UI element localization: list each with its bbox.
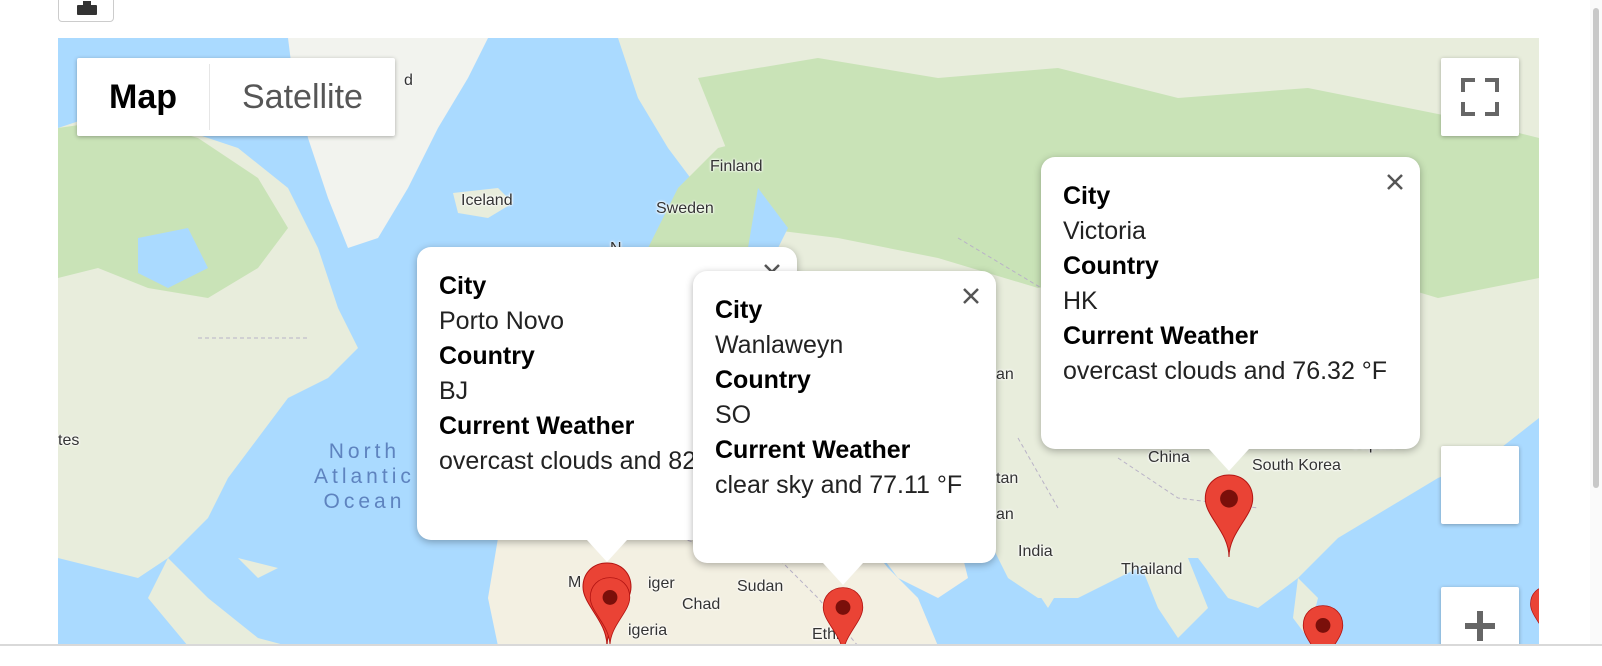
window-bottom-edge <box>0 644 1602 646</box>
info-window-tail <box>1209 449 1249 471</box>
camera-icon <box>77 1 97 15</box>
map-marker-icon[interactable] <box>1296 604 1350 646</box>
place-label-sudan: Sudan <box>737 578 784 595</box>
page-scrollbar[interactable] <box>1590 0 1602 646</box>
place-label-india: India <box>1018 543 1053 560</box>
place-label-mali: M <box>568 574 582 591</box>
scrollbar-thumb[interactable] <box>1593 8 1599 488</box>
place-label-afghanistan: an <box>996 506 1014 523</box>
map-type-map-button[interactable]: Map <box>77 58 209 136</box>
map-marker-icon[interactable] <box>588 576 632 646</box>
place-label-united-states: tes <box>58 432 80 449</box>
city-value: Wanlaweyn <box>715 331 844 359</box>
info-window-tail <box>587 540 627 562</box>
zoom-in-icon <box>1465 611 1495 641</box>
screenshot-button[interactable] <box>58 0 114 22</box>
place-label-finland: Finland <box>710 158 763 175</box>
info-window-victoria: City Victoria Country HK Current Weather… <box>1041 157 1420 471</box>
map-marker-icon[interactable] <box>1202 473 1256 557</box>
info-window-tail <box>823 563 863 585</box>
street-view-control[interactable] <box>1441 446 1519 524</box>
map-type-control: Map Satellite <box>77 58 395 136</box>
current-weather-value: clear sky and 77.11 °F <box>715 471 963 499</box>
city-value: Victoria <box>1063 217 1146 245</box>
info-window-wanlaweyn: City Wanlaweyn Country SO Current Weathe… <box>693 271 996 585</box>
country-value: SO <box>715 401 752 429</box>
close-icon[interactable] <box>960 285 982 307</box>
country-value: HK <box>1063 287 1098 315</box>
current-weather-label: Current Weather <box>715 436 911 464</box>
place-label-nigeria: igeria <box>628 622 668 639</box>
place-label-china: China <box>1148 449 1190 466</box>
place-label-greenland: d <box>404 72 413 89</box>
place-label-pakistan: tan <box>996 470 1019 487</box>
place-label-iran: an <box>996 366 1014 383</box>
current-weather-value: overcast clouds and 76.32 °F <box>1063 357 1388 385</box>
map-marker-icon[interactable] <box>816 586 870 646</box>
place-label-sweden: Sweden <box>656 200 714 217</box>
map-type-satellite-button[interactable]: Satellite <box>210 58 395 136</box>
zoom-in-button[interactable] <box>1441 587 1519 646</box>
current-weather-label: Current Weather <box>1063 322 1259 350</box>
city-label: City <box>715 296 763 324</box>
place-label-niger: iger <box>648 575 675 592</box>
map-canvas[interactable]: Finland Iceland Sweden N d tes North Atl… <box>58 38 1539 646</box>
close-icon[interactable] <box>1384 171 1406 193</box>
place-label-thailand: Thailand <box>1121 561 1183 578</box>
country-label: Country <box>1063 252 1159 280</box>
fullscreen-icon <box>1461 78 1499 116</box>
place-label-chad: Chad <box>682 596 721 613</box>
place-label-iceland: Iceland <box>461 192 513 209</box>
fullscreen-button[interactable] <box>1441 58 1519 136</box>
city-label: City <box>1063 182 1111 210</box>
country-label: Country <box>715 366 811 394</box>
map-marker-icon[interactable] <box>1528 585 1539 646</box>
place-label-north-atlantic-ocean: North Atlantic Ocean <box>314 440 415 513</box>
place-label-south-korea: South Korea <box>1252 457 1341 474</box>
